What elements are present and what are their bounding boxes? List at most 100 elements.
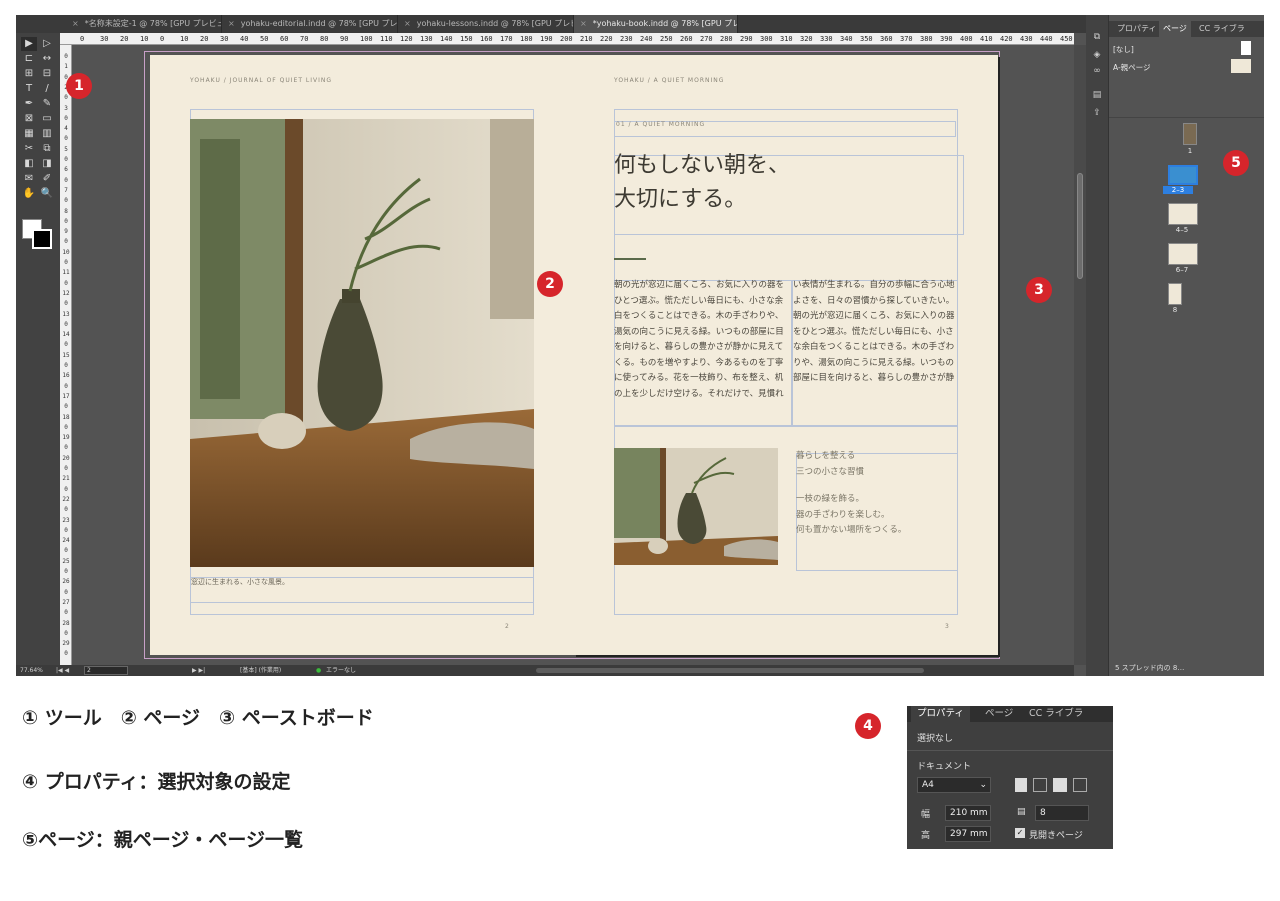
ruler-tick: 25 [62, 557, 70, 565]
tool-icon[interactable]: ▥ [39, 127, 55, 141]
page-right[interactable]: YOHAKU / A QUIET MORNING 01 / A QUIET MO… [574, 55, 998, 655]
ruler-tick: 440 [1040, 35, 1053, 43]
tab-properties[interactable]: プロパティ [1113, 21, 1161, 37]
ruler-tick: 340 [840, 35, 853, 43]
tab-untitled[interactable]: × *名称未設定-1 @ 78% [GPU プレビュー] [66, 15, 222, 33]
tool-icon[interactable]: ▷ [39, 37, 55, 51]
ruler-tick: 220 [600, 35, 613, 43]
tool-icon[interactable]: ⧉ [39, 142, 55, 156]
parent-a[interactable]: A-親ページ [1113, 62, 1151, 73]
vertical-scrollbar[interactable] [1074, 45, 1086, 665]
tab-lessons[interactable]: × yohaku-lessons.indd @ 78% [GPU プレビュー] [398, 15, 574, 33]
page-thumb-1[interactable] [1183, 123, 1197, 145]
tab-book[interactable]: × *yohaku-book.indd @ 78% [GPU プレビュー] [574, 15, 738, 33]
ruler-tick: 3 [64, 104, 68, 112]
ruler-tick: 0 [64, 362, 68, 369]
ruler-tick: 21 [62, 475, 70, 483]
document-preset-select[interactable]: A4 ⌄ [917, 777, 991, 793]
sidebar-title-1: 暮らしを整える [796, 451, 856, 461]
tab-cc-libraries[interactable]: CC ライブラ [1195, 21, 1249, 37]
tool-icon[interactable]: ▦ [21, 127, 37, 141]
tool-icon[interactable]: ✂ [21, 142, 37, 156]
tool-icon[interactable]: ▭ [39, 112, 55, 126]
parent-none[interactable]: [なし] [1113, 44, 1134, 55]
page-orientation-icon[interactable] [1073, 778, 1087, 792]
page-thumb-4-5[interactable] [1168, 203, 1198, 225]
page-left[interactable]: YOHAKU / JOURNAL OF QUIET LIVING 窓辺に生まれる… [150, 55, 574, 655]
ruler-tick: 0 [80, 35, 85, 43]
ruler-tick: 0 [64, 53, 68, 60]
preflight-status[interactable]: エラーなし [326, 665, 356, 676]
close-icon[interactable]: × [72, 19, 79, 28]
tool-icon[interactable]: T [21, 82, 37, 96]
export-icon[interactable]: ⇪ [1090, 107, 1104, 119]
tab-pages[interactable]: ページ [979, 706, 1019, 722]
page-count-input[interactable]: 8 [1035, 805, 1089, 821]
tab-cc-libraries[interactable]: CC ライブラ [1023, 706, 1089, 722]
scroll-thumb[interactable] [1077, 173, 1083, 279]
ruler-tick: 280 [720, 35, 733, 43]
tool-icon[interactable]: ↔ [39, 52, 55, 66]
close-icon[interactable]: × [404, 19, 411, 28]
tool-icon[interactable]: ◧ [21, 157, 37, 171]
small-vase-photo[interactable] [614, 448, 778, 565]
tool-icon[interactable]: ✋ [21, 187, 37, 201]
tool-icon[interactable]: ✉ [21, 172, 37, 186]
page-thumb-2-3[interactable] [1168, 165, 1198, 185]
tool-icon[interactable]: ⊞ [21, 67, 37, 81]
page-thumb-8[interactable] [1168, 283, 1182, 305]
tab-properties[interactable]: プロパティ [911, 706, 970, 722]
ruler-tick: 13 [62, 310, 70, 318]
facing-pages-checkbox[interactable]: ✓ [1015, 828, 1025, 838]
tool-icon[interactable]: ✎ [39, 97, 55, 111]
tool-icon[interactable]: ⊟ [39, 67, 55, 81]
fill-stroke-swatch[interactable] [22, 219, 52, 249]
width-input[interactable]: 210 mm [945, 805, 991, 821]
props-divider [907, 750, 1113, 751]
ruler-tick: 170 [500, 35, 513, 43]
binding-left-icon[interactable] [1033, 778, 1047, 792]
page-number-field[interactable]: 2 [84, 666, 128, 675]
ruler-tick: 4 [64, 125, 68, 133]
tool-icon[interactable]: ✐ [39, 172, 55, 186]
horizontal-scroll-thumb[interactable] [536, 668, 924, 673]
close-icon[interactable]: × [580, 19, 587, 28]
close-icon[interactable]: × [228, 19, 235, 28]
tool-icon[interactable]: ⊏ [21, 52, 37, 66]
parent-a-thumb[interactable] [1231, 59, 1251, 73]
tool-icon[interactable]: ▶ [21, 37, 37, 51]
tab-editorial[interactable]: × yohaku-editorial.indd @ 78% [GPU プレビュー] [222, 15, 398, 33]
tool-icon[interactable]: ⊠ [21, 112, 37, 126]
pages-icon[interactable]: ⧉ [1090, 31, 1104, 43]
next-page-icon[interactable]: ▶ ▶| [192, 665, 205, 676]
tool-icon[interactable]: / [39, 82, 55, 96]
binding-right-icon[interactable] [1053, 778, 1067, 792]
tool-icon[interactable]: ◨ [39, 157, 55, 171]
indesign-window: × *名称未設定-1 @ 78% [GPU プレビュー] × yohaku-edit… [16, 15, 1264, 676]
horizontal-ruler[interactable]: 0 30 20 10 0 10 20 30 40 50 60 70 80 90 100 110 120 130 14… [60, 33, 1074, 45]
ruler-tick: 0 [64, 114, 68, 122]
links-icon[interactable]: ∞ [1090, 65, 1104, 77]
ruler-tick: 70 [300, 35, 309, 43]
tab-pages[interactable]: ページ [1159, 21, 1191, 37]
callout-4: 4 [855, 713, 881, 739]
zoom-level[interactable]: 77.64% [20, 665, 43, 676]
tool-icon[interactable]: ✒ [21, 97, 37, 111]
ruler-tick: 420 [1000, 35, 1013, 43]
tab-label: *名称未設定-1 @ 78% [GPU プレビュー] [84, 19, 222, 28]
page-thumb-6-7[interactable] [1168, 243, 1198, 265]
tab-label: *yohaku-book.indd @ 78% [GPU プレビュー] [592, 19, 737, 28]
vertical-ruler[interactable]: 0102030405060708090100110120130140150160… [60, 45, 72, 665]
first-page-icon[interactable]: |◀ ◀ [56, 665, 69, 676]
title-rule [614, 258, 646, 260]
parent-none-thumb[interactable] [1241, 41, 1251, 55]
layers-icon[interactable]: ◈ [1090, 49, 1104, 61]
ruler-tick: 20 [62, 454, 70, 462]
ruler-tick: 18 [62, 413, 70, 421]
orientation-portrait-icon[interactable] [1015, 778, 1027, 792]
height-input[interactable]: 297 mm [945, 826, 991, 842]
vase-photo[interactable] [190, 119, 534, 567]
preflight-mode[interactable]: [基本] (作業用) [240, 665, 281, 676]
tool-icon[interactable]: 🔍 [39, 187, 55, 201]
swatches-icon[interactable]: ▤ [1090, 89, 1104, 101]
